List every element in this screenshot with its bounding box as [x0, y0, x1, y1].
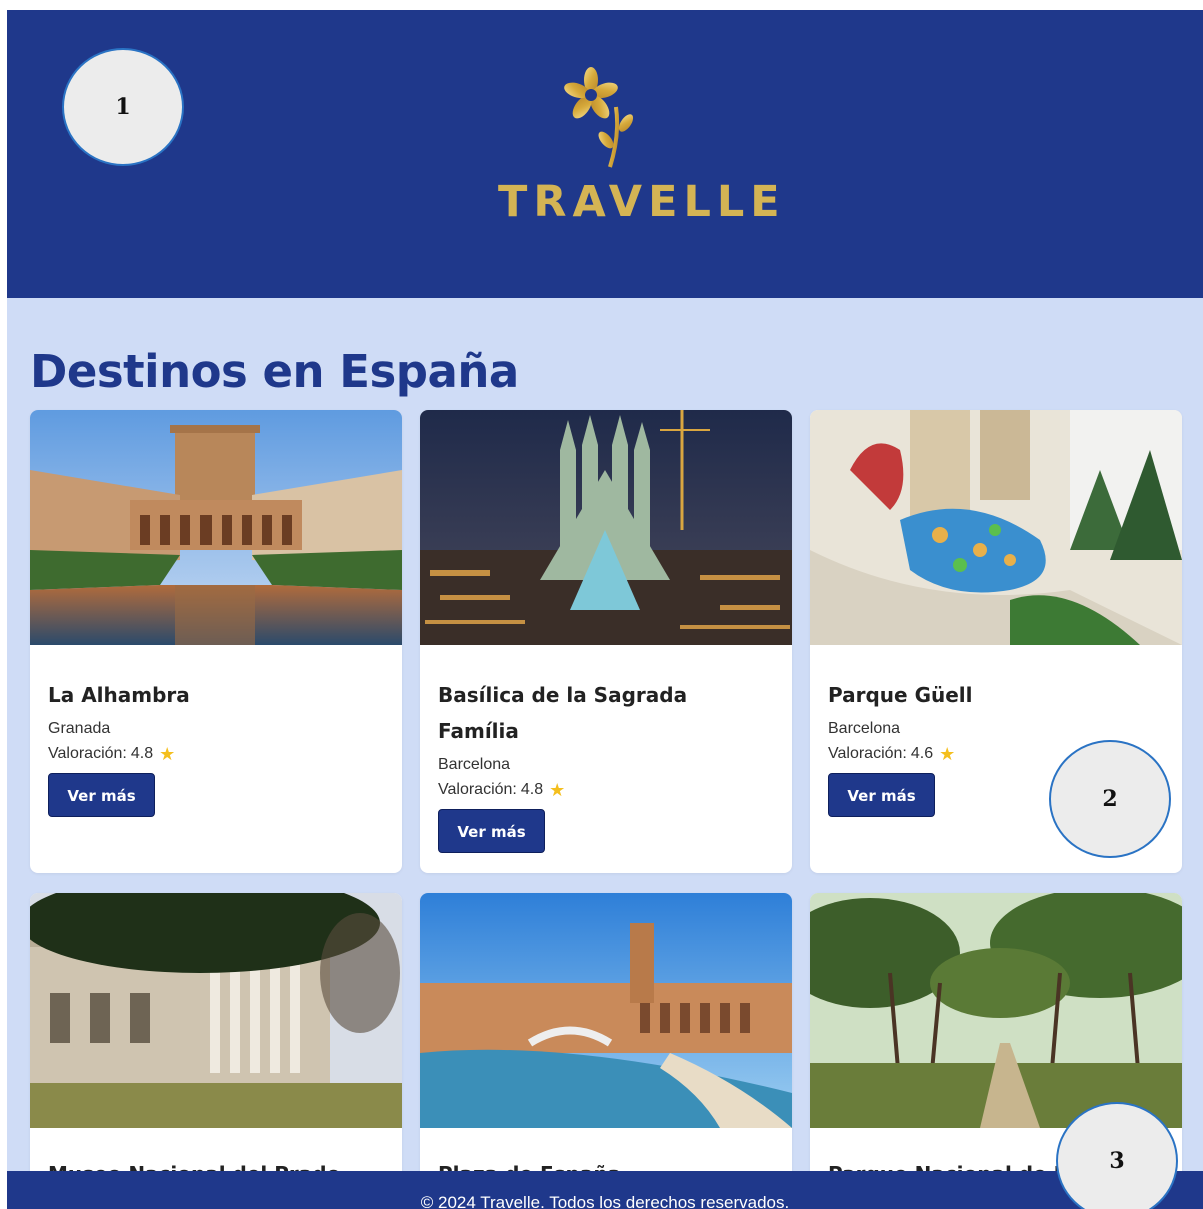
annotation-marker-1: 1 [62, 48, 184, 166]
page: TRAVELLE 1 2 3 Destinos en España La Alh… [7, 10, 1203, 1209]
destination-card-prado: Museo Nacional del Prado [30, 893, 402, 1209]
annotation-marker-3: 3 [1056, 1102, 1178, 1209]
star-icon: ★ [939, 744, 956, 764]
ver-mas-button[interactable]: Ver más [48, 773, 155, 817]
rating-label: Valoración: [438, 781, 517, 798]
plaza-espana-image[interactable] [420, 893, 792, 1128]
card-rating: Valoración: 4.8 ★ [48, 741, 384, 767]
card-title: Parque Güell [828, 683, 973, 707]
destination-card-sagrada-familia: Basílica de la Sagrada Família Barcelona… [420, 410, 792, 873]
card-title: La Alhambra [48, 683, 190, 707]
section-title: Destinos en España [30, 345, 519, 398]
ver-mas-button[interactable]: Ver más [828, 773, 935, 817]
card-city: Barcelona [438, 756, 511, 773]
destination-card-alhambra: La Alhambra Granada Valoración: 4.8 ★ Ve… [30, 410, 402, 873]
card-city: Barcelona [828, 720, 901, 737]
parque-guell-image[interactable] [810, 410, 1182, 645]
star-icon: ★ [549, 780, 566, 800]
rating-label: Valoración: [48, 745, 127, 762]
ver-mas-button[interactable]: Ver más [438, 809, 545, 853]
card-title: Basílica de la Sagrada Família [438, 683, 688, 743]
site-footer: © 2024 Travelle. Todos los derechos rese… [7, 1171, 1203, 1209]
rating-value: 4.8 [520, 781, 544, 798]
flower-logo-icon [564, 67, 634, 168]
footer-copyright: © 2024 Travelle. Todos los derechos rese… [420, 1193, 790, 1209]
card-rating: Valoración: 4.8 ★ [438, 777, 774, 803]
sagrada-familia-image[interactable] [420, 410, 792, 645]
brand-wordmark: TRAVELLE [498, 177, 786, 227]
prado-image[interactable] [30, 893, 402, 1128]
rating-value: 4.6 [910, 745, 934, 762]
rating-value: 4.8 [130, 745, 154, 762]
donana-image[interactable] [810, 893, 1182, 1128]
destination-card-plaza-espana: Plaza de España [420, 893, 792, 1209]
travelle-logo[interactable]: TRAVELLE [498, 65, 786, 235]
star-icon: ★ [159, 744, 176, 764]
alhambra-image[interactable] [30, 410, 402, 645]
rating-label: Valoración: [828, 745, 907, 762]
card-city: Granada [48, 720, 111, 737]
annotation-marker-2: 2 [1049, 740, 1171, 858]
site-header: TRAVELLE [7, 10, 1203, 298]
